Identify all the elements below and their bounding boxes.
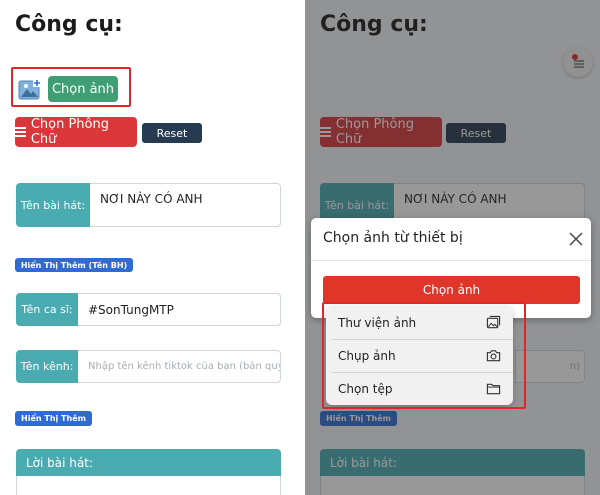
close-icon[interactable] [569,232,583,246]
song-name-field[interactable]: NƠI NÀY CÓ ANH [90,183,281,227]
highlight-popup [322,302,526,409]
channel-field[interactable]: Nhập tên kênh tiktok của bạn (bản quyền) [78,350,281,383]
modal-choose-image-button[interactable]: Chọn ảnh [323,276,580,304]
choose-font-button[interactable]: Chọn Phông Chữ [15,117,137,147]
lyrics-label: Lời bài hát: [16,449,281,476]
right-screen: Công cụ: Chọn Phông Chữ Reset Tên bài há… [305,0,600,495]
left-screen: Công cụ: Chọn ảnh Chọn Phông Chữ Reset T… [0,0,300,495]
choose-font-label: Chọn Phông Chữ [30,117,109,147]
list-icon [15,127,26,137]
page-title: Công cụ: [15,12,123,37]
lyrics-field[interactable] [16,476,281,495]
reset-button[interactable]: Reset [142,123,202,143]
singer-field[interactable]: #SonTungMTP [78,293,281,326]
modal-divider [311,260,591,261]
show-more-song-name-badge[interactable]: Hiển Thị Thêm (Tên BH) [15,258,133,272]
modal-title: Chọn ảnh từ thiết bị [323,230,463,246]
channel-label: Tên kênh: [16,350,78,383]
singer-label: Tên ca sĩ: [16,293,78,326]
show-more-badge[interactable]: Hiển Thị Thêm [15,411,92,426]
image-add-icon[interactable] [18,78,42,102]
choose-image-button[interactable]: Chọn ảnh [48,76,118,102]
song-name-label: Tên bài hát: [16,183,90,227]
